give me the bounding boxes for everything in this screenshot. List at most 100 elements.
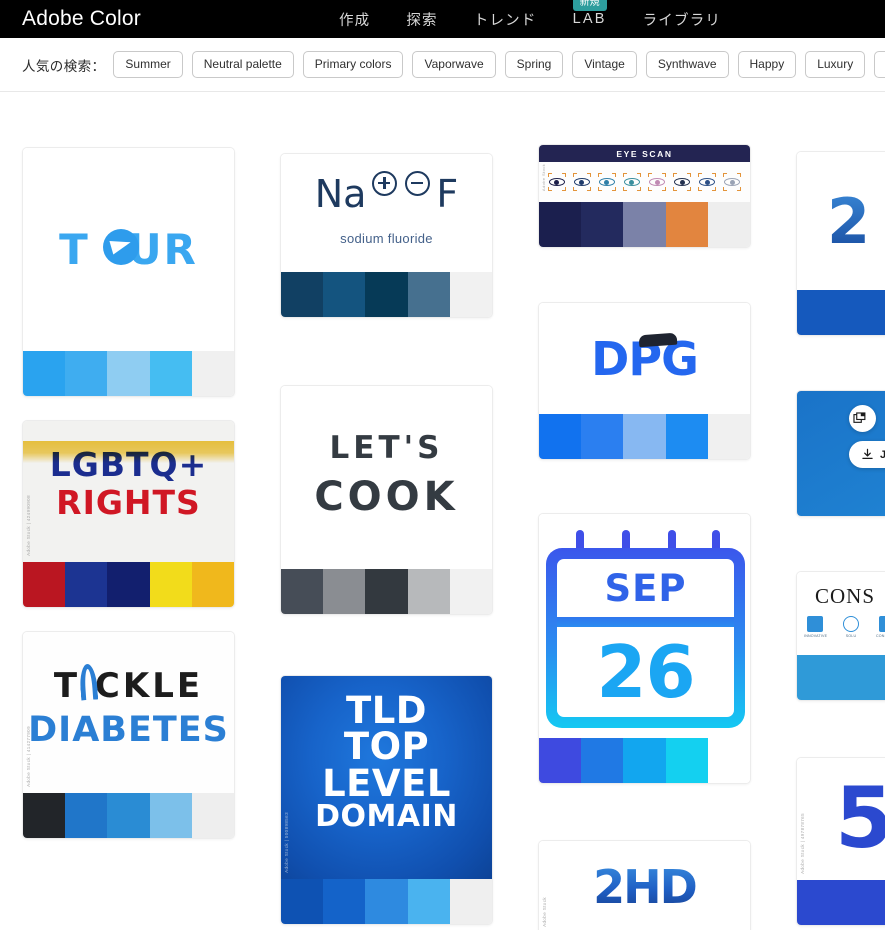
swatch[interactable] <box>323 272 366 317</box>
swatch[interactable] <box>107 793 150 838</box>
top-navigation-bar: Adobe Color 作成 探索 トレンド 新規 LAB ライブラリ <box>0 0 885 38</box>
swatch[interactable] <box>191 793 234 838</box>
search-chip-tropical[interactable]: Tropical <box>874 51 885 78</box>
swatch[interactable] <box>539 202 582 247</box>
nav-item-library[interactable]: ライブラリ <box>641 9 724 30</box>
copy-palette-button[interactable] <box>849 405 876 432</box>
swatch[interactable] <box>65 562 108 607</box>
swatch[interactable] <box>449 272 492 317</box>
swatch[interactable] <box>665 202 708 247</box>
swatch-strip-tackle <box>23 793 234 838</box>
eye-scan-icon <box>723 173 742 191</box>
brand-logo[interactable]: Adobe Color <box>22 7 141 31</box>
search-chip-list: Summer Neutral palette Primary colors Va… <box>113 51 885 78</box>
download-jpeg-label: JPE <box>880 449 885 461</box>
download-jpeg-button[interactable]: JPE <box>849 441 885 468</box>
palette-card-sodium-fluoride[interactable]: Na F sodium fluoride <box>280 153 493 318</box>
swatch[interactable] <box>281 879 324 924</box>
swatch[interactable] <box>365 879 408 924</box>
palette-card-five[interactable]: 5 Adobe Stock | 497878765 <box>796 757 885 926</box>
swatch[interactable] <box>407 272 450 317</box>
search-chip-neutral-palette[interactable]: Neutral palette <box>191 51 294 78</box>
swatch[interactable] <box>623 202 666 247</box>
search-chip-synthwave[interactable]: Synthwave <box>645 51 729 78</box>
palette-card-lets-cook[interactable]: LET'S COOK <box>280 385 493 615</box>
swatch[interactable] <box>665 414 708 459</box>
swatch[interactable] <box>65 793 108 838</box>
innovative-icon: INNOVATIVE <box>804 616 827 638</box>
swatch[interactable] <box>449 569 492 614</box>
swatch[interactable] <box>65 351 108 396</box>
swatch[interactable] <box>407 569 450 614</box>
five-logo-text: 5 <box>835 776 885 860</box>
solution-icon: SOLU <box>840 616 862 638</box>
palette-card-tld[interactable]: TLD TOP LEVEL DOMAIN Adobe Stock | 50089… <box>280 675 493 925</box>
swatch[interactable] <box>707 738 750 783</box>
search-chip-vintage[interactable]: Vintage <box>572 51 637 78</box>
search-chip-vaporwave[interactable]: Vaporwave <box>412 51 496 78</box>
swatch[interactable] <box>623 414 666 459</box>
swatch[interactable] <box>797 880 885 925</box>
swatch[interactable] <box>23 793 66 838</box>
eye-scan-icon <box>597 173 616 191</box>
swatch[interactable] <box>23 351 66 396</box>
search-chip-summer[interactable]: Summer <box>113 51 183 78</box>
palette-card-tour[interactable]: TOUR <box>22 147 235 397</box>
swatch[interactable] <box>323 569 366 614</box>
palette-card-blue-panel[interactable]: JPE <box>796 390 885 517</box>
swatch[interactable] <box>797 290 885 335</box>
nav-item-trends[interactable]: トレンド <box>472 9 539 30</box>
swatch[interactable] <box>581 414 624 459</box>
swatch[interactable] <box>665 738 708 783</box>
swatch[interactable] <box>149 793 192 838</box>
swatch[interactable] <box>107 562 150 607</box>
swatch[interactable] <box>707 414 750 459</box>
swatch[interactable] <box>281 569 324 614</box>
search-chip-luxury[interactable]: Luxury <box>805 51 866 78</box>
swatch[interactable] <box>365 569 408 614</box>
palette-card-lgbtq-rights[interactable]: LGBTQ+ RIGHTS Adobe Stock | 424990908 <box>22 420 235 608</box>
swatch[interactable] <box>23 562 66 607</box>
nav-label-explore: 探索 <box>406 12 438 29</box>
swatch[interactable] <box>365 272 408 317</box>
palette-card-tackle-diabetes[interactable]: T CKLE DIABETES Adobe Stock | 414277909 <box>22 631 235 839</box>
swatch[interactable] <box>149 562 192 607</box>
swatch[interactable] <box>707 202 750 247</box>
tld-line-3: LEVEL <box>322 761 451 805</box>
eye-scan-icon <box>547 173 566 191</box>
tackle-line-1: T CKLE <box>53 666 204 706</box>
search-chip-happy[interactable]: Happy <box>737 51 797 78</box>
swatch[interactable] <box>107 351 150 396</box>
swatch[interactable] <box>539 738 582 783</box>
swatch[interactable] <box>149 351 192 396</box>
nav-item-explore[interactable]: 探索 <box>404 9 439 30</box>
swatch[interactable] <box>581 202 624 247</box>
palette-artwork-naf: Na F sodium fluoride <box>281 154 492 272</box>
palette-card-dpg[interactable]: DPG <box>538 302 751 460</box>
cons-title-text: CONS <box>815 584 876 608</box>
palette-card-2hd[interactable]: 2HD Adobe Stock <box>538 840 751 930</box>
nav-item-create[interactable]: 作成 <box>337 9 372 30</box>
swatch[interactable] <box>191 562 234 607</box>
swatch[interactable] <box>581 738 624 783</box>
swatch[interactable] <box>797 655 885 700</box>
nav-label-create: 作成 <box>338 12 371 29</box>
palette-card-two[interactable]: 2 <box>796 151 885 336</box>
search-chip-primary-colors[interactable]: Primary colors <box>302 51 404 78</box>
swatch[interactable] <box>407 879 450 924</box>
palette-artwork-tld: TLD TOP LEVEL DOMAIN Adobe Stock | 50089… <box>281 676 492 879</box>
swatch[interactable] <box>323 879 366 924</box>
palette-artwork-cons: CONS INNOVATIVE SOLU CONSTRUC <box>797 572 885 655</box>
swatch[interactable] <box>449 879 492 924</box>
naf-symbol-f: F <box>436 172 459 216</box>
search-chip-spring[interactable]: Spring <box>504 51 564 78</box>
swatch-strip-two <box>797 290 885 335</box>
palette-card-eye-scan[interactable]: EYE SCAN Adobe Stock <box>538 144 751 248</box>
swatch[interactable] <box>191 351 234 396</box>
swatch[interactable] <box>539 414 582 459</box>
palette-card-cons[interactable]: CONS INNOVATIVE SOLU CONSTRUC <box>796 571 885 701</box>
nav-item-lab[interactable]: 新規 LAB <box>571 0 609 27</box>
palette-card-calendar-sep-26[interactable]: SEP 26 <box>538 513 751 784</box>
swatch[interactable] <box>623 738 666 783</box>
swatch[interactable] <box>281 272 324 317</box>
